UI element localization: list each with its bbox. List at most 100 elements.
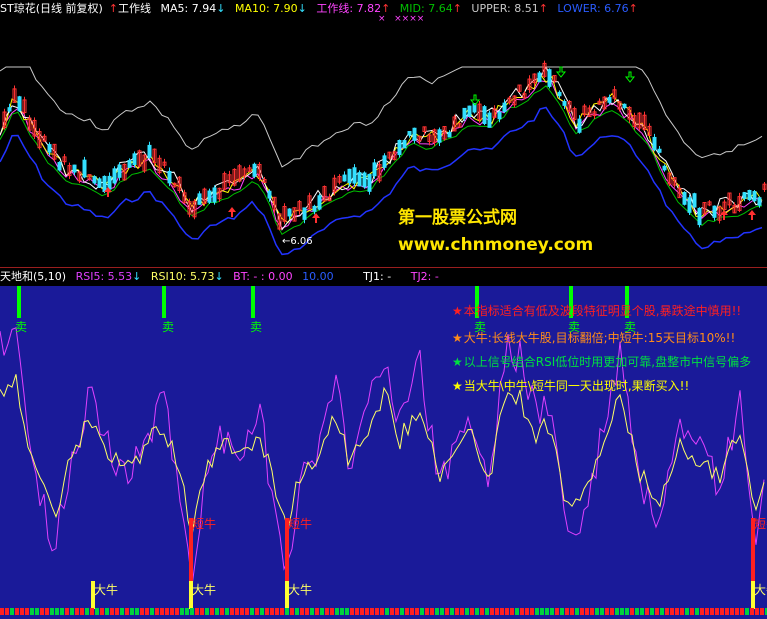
status-strip-cell — [645, 608, 649, 615]
candle-body — [252, 163, 257, 177]
status-strip-cell — [300, 608, 304, 615]
status-strip-cell — [540, 608, 544, 615]
candle-body — [92, 176, 97, 184]
status-strip-cell — [175, 608, 179, 615]
low-price-marker: ←6.06 — [282, 236, 313, 247]
status-strip-cell — [140, 608, 144, 615]
status-strip-cell — [85, 608, 89, 615]
candle-body — [622, 103, 627, 109]
status-strip-cell — [190, 608, 194, 615]
status-strip-cell — [275, 608, 279, 615]
note-3: ★以上信号结合RSI低位时用更加可靠,盘整市中信号偏多 — [452, 355, 752, 369]
stock-title[interactable]: ST琼花(日线 前复权) — [0, 2, 103, 15]
buy-arrow-icon — [312, 213, 320, 223]
status-strip-cell — [145, 608, 149, 615]
status-strip-cell — [435, 608, 439, 615]
buy-arrow-icon — [748, 210, 756, 220]
candle-body — [447, 131, 452, 138]
status-strip-cell — [135, 608, 139, 615]
status-strip-cell — [525, 608, 529, 615]
sell-signal-bar — [17, 286, 21, 318]
status-strip-cell — [450, 608, 454, 615]
status-strip-cell — [225, 608, 229, 615]
status-strip-cell — [625, 608, 629, 615]
candle-body — [317, 195, 322, 210]
candle-body — [437, 129, 442, 143]
sell-signal-1: 卖 — [15, 320, 28, 334]
status-strip-cell — [210, 608, 214, 615]
status-strip-cell — [35, 608, 39, 615]
status-strip-cell — [405, 608, 409, 615]
status-strip-cell — [555, 608, 559, 615]
status-strip-cell — [325, 608, 329, 615]
candle-body — [497, 111, 502, 120]
sell-arrow-icon — [555, 66, 567, 78]
indicator-name[interactable]: 天地和(5,10) — [0, 270, 66, 283]
rsi10-value: RSI10: 5.73↓ — [150, 270, 224, 283]
status-strip-cell — [455, 608, 459, 615]
candle-body — [462, 107, 467, 119]
status-strip-cell — [585, 608, 589, 615]
status-strip-cell — [545, 608, 549, 615]
watermark-title: 第一股票公式网 — [398, 208, 517, 228]
status-strip-cell — [110, 608, 114, 615]
candle-body — [107, 175, 112, 190]
status-strip-cell — [485, 608, 489, 615]
status-strip-cell — [380, 608, 384, 615]
sell-signal-bar — [162, 286, 166, 318]
candle-body — [652, 136, 657, 151]
candle-body — [97, 178, 102, 188]
status-strip-cell — [120, 608, 124, 615]
candle-body — [372, 162, 377, 177]
status-strip-cell — [710, 608, 714, 615]
status-strip-cell — [375, 608, 379, 615]
upper-value: UPPER: 8.51↑ — [471, 2, 548, 15]
status-strip-cell — [660, 608, 664, 615]
status-strip-cell — [15, 608, 19, 615]
status-strip-cell — [365, 608, 369, 615]
short-bull-signal-1: 短牛 — [192, 517, 217, 531]
status-strip-cell — [45, 608, 49, 615]
big-bull-signal-3: 大牛 — [288, 583, 313, 597]
candle-body — [607, 97, 612, 103]
status-strip-cell — [745, 608, 749, 615]
candle-body — [127, 160, 132, 168]
status-strip-cell — [20, 608, 24, 615]
candle-body — [482, 106, 487, 124]
candle-body — [72, 164, 77, 173]
candle-body — [692, 193, 697, 208]
status-strip-cell — [720, 608, 724, 615]
candle-body — [747, 189, 752, 201]
status-strip-cell — [705, 608, 709, 615]
candle-body — [207, 190, 212, 203]
candle-body — [82, 159, 87, 178]
candle-body — [712, 205, 717, 218]
candle-body — [287, 208, 292, 217]
status-strip-cell — [5, 608, 9, 615]
status-strip-cell — [600, 608, 604, 615]
candle-body — [662, 165, 667, 171]
status-strip-cell — [25, 608, 29, 615]
candle-body — [407, 131, 412, 136]
candle-body — [7, 107, 12, 112]
status-strip-cell — [695, 608, 699, 615]
big-bull-signal-4: 大牛 — [754, 583, 767, 597]
candle-body — [742, 192, 747, 199]
status-strip-cell — [755, 608, 759, 615]
status-strip-cell — [305, 608, 309, 615]
status-strip-cell — [385, 608, 389, 615]
status-strip-cell — [370, 608, 374, 615]
status-strip-cell — [285, 608, 289, 615]
status-strip-cell — [730, 608, 734, 615]
status-strip-cell — [655, 608, 659, 615]
tj1-value: TJ1: - — [363, 270, 392, 283]
status-strip-cell — [185, 608, 189, 615]
candle-body — [657, 148, 662, 153]
status-strip-cell — [195, 608, 199, 615]
candle-body — [537, 72, 542, 83]
candle-body — [102, 175, 107, 193]
candlestick-chart[interactable] — [0, 17, 767, 268]
status-strip-cell — [50, 608, 54, 615]
status-strip-cell — [290, 608, 294, 615]
tj2-value: TJ2: - — [410, 270, 439, 283]
